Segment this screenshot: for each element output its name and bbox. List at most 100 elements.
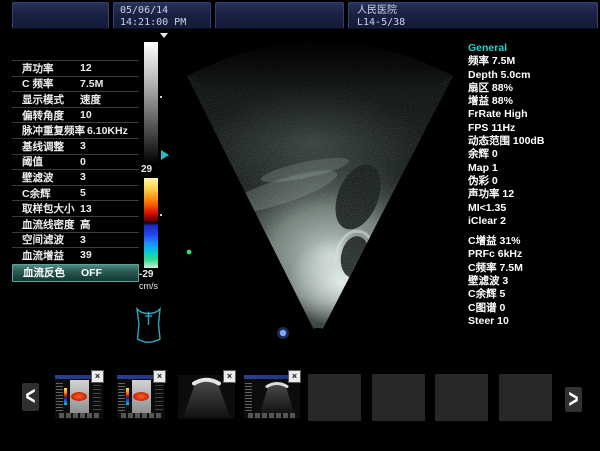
probe-model: L14-5/38 <box>349 17 597 29</box>
filmstrip-empty-slot <box>499 374 552 421</box>
param-value: 速度 <box>80 92 101 107</box>
thumbnail-close-button[interactable]: × <box>223 370 236 383</box>
filmstrip-prev-button[interactable]: < <box>22 383 39 411</box>
thumb-text-left <box>118 383 125 411</box>
ultrasound-image[interactable] <box>185 42 455 342</box>
thumb-filmstrip-row <box>121 413 161 418</box>
thumb-text-right <box>93 381 101 411</box>
param-row[interactable]: 阈值0 <box>12 154 139 170</box>
thumb-doppler-flow <box>71 392 87 401</box>
param-value: 13 <box>80 203 92 215</box>
thumb-bmode-strip <box>70 380 89 414</box>
info-line: Map 1 <box>468 162 596 175</box>
param-label: C 频率 <box>22 76 78 91</box>
info-line: FrRate High <box>468 108 596 121</box>
thumbnail-close-button[interactable]: × <box>288 370 301 383</box>
param-value: 12 <box>80 62 92 74</box>
info-line: FPS 11Hz <box>468 122 596 135</box>
thumb-text-left <box>245 383 252 411</box>
edge-marker-icon <box>187 250 192 255</box>
scale-tick <box>160 214 162 216</box>
thumb-text-right <box>155 381 163 411</box>
thumb-bmode-strip <box>132 380 151 414</box>
info-line: 扇区 88% <box>468 82 596 95</box>
header-hospital-box: 人民医院 L14-5/38 <box>348 2 598 29</box>
thumb-text-left <box>56 383 63 411</box>
param-row[interactable]: C 频率7.5M <box>12 76 139 92</box>
param-row[interactable]: 血流线密度高 <box>12 216 139 232</box>
filmstrip-thumbnail[interactable]: × <box>244 375 300 419</box>
scale-tick <box>160 96 162 98</box>
param-row[interactable]: 取样包大小13 <box>12 200 139 216</box>
param-value: 3 <box>80 234 86 246</box>
param-row[interactable]: 血流增益39 <box>12 247 139 263</box>
param-row[interactable]: 声功率12 <box>12 60 139 76</box>
info-line: 余辉 0 <box>468 148 596 161</box>
body-marker-icon[interactable] <box>130 302 167 345</box>
param-label: 取样包大小 <box>22 201 78 216</box>
param-row[interactable]: 偏转角度10 <box>12 107 139 123</box>
param-label: 阈值 <box>22 154 78 169</box>
info-line: 频率 7.5M <box>468 55 596 68</box>
info-line: MI<1.35 <box>468 202 596 215</box>
info-line: 增益 88% <box>468 95 596 108</box>
param-row[interactable]: 空间滤波3 <box>12 232 139 248</box>
param-value: 高 <box>80 217 91 232</box>
header-middle-box <box>215 2 344 29</box>
param-label: C余辉 <box>22 186 78 201</box>
thumbnail-close-button[interactable]: × <box>153 370 166 383</box>
param-label: 空间滤波 <box>22 232 78 247</box>
filmstrip-thumbnail[interactable]: × <box>117 375 165 419</box>
hospital-name: 人民医院 <box>349 3 597 17</box>
param-row[interactable]: 脉冲重复频率6.10KHz <box>12 122 139 138</box>
param-label: 脉冲重复频率 <box>22 123 85 138</box>
color-doppler-bar <box>144 178 158 268</box>
thumbnail-close-button[interactable]: × <box>91 370 104 383</box>
param-label: 基线调整 <box>22 139 78 154</box>
ultrasound-screen: 05/06/14 14:21:00 PM 人民医院 L14-5/38 声功率12… <box>0 0 600 451</box>
param-row[interactable]: 基线调整3 <box>12 138 139 154</box>
param-label: 血流线密度 <box>22 217 78 232</box>
param-row[interactable]: 显示模式速度 <box>12 91 139 107</box>
thumb-filmstrip-row <box>59 413 99 418</box>
filmstrip-thumbnail[interactable]: × <box>55 375 103 419</box>
info-line: iClear 2 <box>468 215 596 228</box>
info-line: C频率 7.5M <box>468 262 596 275</box>
info-line: Depth 5.0cm <box>468 69 596 82</box>
param-label: 显示模式 <box>22 92 78 107</box>
orientation-marker-icon <box>160 33 168 38</box>
param-label: 偏转角度 <box>22 108 78 123</box>
header-datetime-box: 05/06/14 14:21:00 PM <box>113 2 211 29</box>
info-line: C余辉 5 <box>468 288 596 301</box>
param-value: OFF <box>81 267 102 279</box>
thumb-doppler-flow <box>133 392 149 401</box>
param-value: 3 <box>80 171 86 183</box>
param-value: 39 <box>80 249 92 261</box>
param-row[interactable]: 血流反色OFF <box>12 264 139 282</box>
param-value: 0 <box>80 156 86 168</box>
time-text: 14:21:00 PM <box>114 17 210 29</box>
param-row[interactable]: C余辉5 <box>12 185 139 201</box>
info-line: PRFc 6kHz <box>468 248 596 261</box>
param-value: 10 <box>80 109 92 121</box>
thumb-colorbar <box>126 388 129 405</box>
param-label: 壁滤波 <box>22 170 78 185</box>
thumb-colorbar <box>64 388 67 405</box>
param-value: 7.5M <box>80 78 103 90</box>
info-line: C图谱 0 <box>468 302 596 315</box>
param-row[interactable]: 壁滤波3 <box>12 169 139 185</box>
header-left-box <box>12 2 109 29</box>
info-line: 声功率 12 <box>468 188 596 201</box>
param-label: 声功率 <box>22 61 78 76</box>
param-value: 5 <box>80 187 86 199</box>
info-line: Steer 10 <box>468 315 596 328</box>
filmstrip-next-button[interactable]: > <box>565 387 582 412</box>
image-info-panel: General 频率 7.5MDepth 5.0cm扇区 88%增益 88%Fr… <box>468 42 596 328</box>
velocity-unit-label: cm/s <box>139 281 158 291</box>
filmstrip-empty-slot <box>308 374 361 421</box>
parameter-panel: 声功率12C 频率7.5M显示模式速度偏转角度10脉冲重复频率6.10KHz基线… <box>12 60 139 282</box>
info-line: C增益 31% <box>468 235 596 248</box>
filmstrip-thumbnail[interactable]: × <box>178 375 235 419</box>
param-label: 血流增益 <box>22 248 78 263</box>
focus-marker-icon <box>280 330 286 336</box>
